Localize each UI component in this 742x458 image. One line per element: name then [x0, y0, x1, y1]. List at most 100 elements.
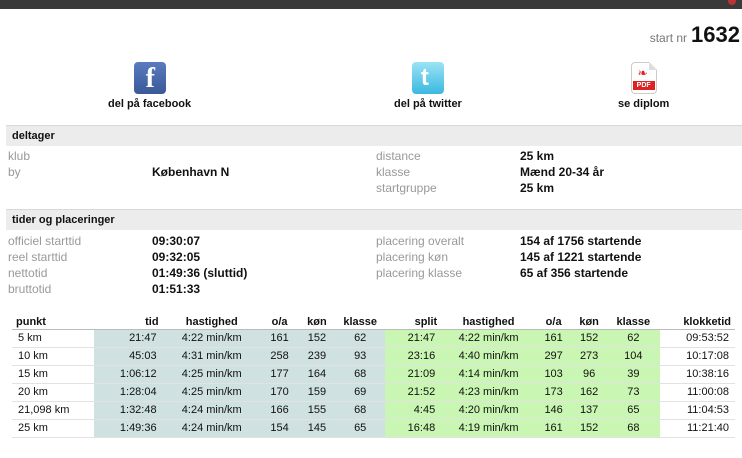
table-cell: 4:25 min/km — [162, 383, 261, 402]
diploma-link[interactable]: ❧ PDF se diplom — [618, 62, 669, 110]
field-value: 09:30:07 — [152, 234, 201, 248]
pdf-icon-label: PDF — [632, 81, 655, 90]
tider-left-values: 09:30:07 09:32:05 01:49:36 (sluttid) 01:… — [152, 233, 247, 297]
table-cell: 154 — [260, 419, 299, 438]
table-cell: 177 — [260, 365, 299, 384]
table-cell: 93 — [335, 347, 385, 366]
table-cell: 161 — [535, 419, 572, 438]
share-twitter-link[interactable]: t del på twitter — [394, 62, 462, 110]
column-header: køn — [298, 315, 336, 330]
table-cell: 21,098 km — [12, 401, 95, 420]
table-cell: 4:45 — [384, 401, 442, 420]
field-value: 01:49:36 (sluttid) — [152, 266, 248, 280]
table-row: 5 km 21:47 4:22 min/km 161 152 62 21:47 4:22 mi… — [12, 329, 735, 348]
table-cell: 65 — [606, 401, 660, 420]
share-facebook-label[interactable]: del på facebook — [108, 98, 191, 110]
table-cell: 68 — [606, 419, 660, 438]
field-label: klasse — [376, 165, 411, 179]
deltager-left-keys: klub by — [8, 148, 30, 180]
tider-left-keys: officiel starttid reel starttid nettotid… — [8, 233, 81, 297]
table-cell: 4:19 min/km — [441, 419, 536, 438]
table-cell: 4:22 min/km — [441, 329, 536, 348]
table-cell: 155 — [298, 401, 336, 420]
column-header: tid — [94, 315, 163, 330]
table-cell: 146 — [535, 401, 572, 420]
table-cell: 162 — [571, 383, 607, 402]
close-dot-icon[interactable] — [728, 0, 736, 5]
field-label: placering køn — [376, 250, 449, 264]
splits-header-row: punkt tid hastighed o/a køn klasse split… — [12, 315, 735, 330]
table-cell: 239 — [298, 347, 336, 366]
table-cell: 25 km — [12, 419, 95, 438]
twitter-icon[interactable]: t — [411, 62, 444, 94]
table-cell: 4:25 min/km — [162, 365, 261, 384]
column-header: o/a — [535, 315, 572, 330]
table-cell: 09:53:52 — [659, 329, 735, 348]
table-cell: 4:24 min/km — [162, 401, 261, 420]
section-header-tider: tider og placeringer — [6, 209, 742, 230]
table-cell: 11:21:40 — [659, 419, 735, 438]
table-cell: 4:31 min/km — [162, 347, 261, 366]
table-cell: 152 — [571, 329, 607, 348]
section-header-deltager: deltager — [6, 125, 742, 146]
table-cell: 159 — [298, 383, 336, 402]
column-header: klasse — [606, 315, 660, 330]
field-value: Mænd 20-34 år — [520, 165, 605, 179]
share-facebook-link[interactable]: f del på facebook — [108, 62, 191, 110]
table-cell: 68 — [335, 401, 385, 420]
table-cell: 4:23 min/km — [441, 383, 536, 402]
table-cell: 10 km — [12, 347, 95, 366]
table-cell: 1:28:04 — [94, 383, 163, 402]
table-cell: 164 — [298, 365, 336, 384]
start-number-label: start nr — [649, 31, 688, 45]
table-cell: 1:06:12 — [94, 365, 163, 384]
column-header: punkt — [12, 315, 95, 330]
field-label: bruttotid — [8, 282, 52, 296]
table-cell: 73 — [606, 383, 660, 402]
table-cell: 104 — [606, 347, 660, 366]
field-value: 145 af 1221 startende — [520, 250, 642, 264]
table-cell: 297 — [535, 347, 572, 366]
table-cell: 161 — [260, 329, 299, 348]
table-cell: 62 — [335, 329, 385, 348]
table-cell: 23:16 — [384, 347, 442, 366]
deltager-right-keys: distance klasse startgruppe — [376, 148, 437, 196]
table-cell: 273 — [571, 347, 607, 366]
deltager-left-values: København N — [152, 148, 229, 180]
start-number-value: 1632 — [691, 22, 740, 47]
field-value: 154 af 1756 startende — [520, 234, 642, 248]
field-value: 01:51:33 — [152, 282, 201, 296]
top-bar — [0, 0, 742, 9]
table-cell: 4:24 min/km — [162, 419, 261, 438]
field-value: København N — [152, 165, 230, 179]
table-cell: 15 km — [12, 365, 95, 384]
column-header: o/a — [260, 315, 299, 330]
table-cell: 21:09 — [384, 365, 442, 384]
table-cell: 4:20 min/km — [441, 401, 536, 420]
start-number: start nr 1632 — [650, 22, 740, 48]
field-value: 09:32:05 — [152, 250, 201, 264]
table-cell: 137 — [571, 401, 607, 420]
table-cell: 4:40 min/km — [441, 347, 536, 366]
table-row: 21,098 km 1:32:48 4:24 min/km 166 155 68 4:45 4… — [12, 401, 735, 420]
table-row: 25 km 1:49:36 4:24 min/km 154 145 65 16:48 4:19… — [12, 419, 735, 438]
table-cell: 10:17:08 — [659, 347, 735, 366]
field-label: placering klasse — [376, 266, 463, 280]
field-label: nettotid — [8, 266, 48, 280]
column-header: klasse — [335, 315, 385, 330]
column-header: køn — [571, 315, 607, 330]
field-label: placering overalt — [376, 234, 465, 248]
field-value: 25 km — [520, 149, 555, 163]
tider-right-keys: placering overalt placering køn placerin… — [376, 233, 464, 281]
share-twitter-label[interactable]: del på twitter — [394, 98, 462, 110]
table-cell: 152 — [571, 419, 607, 438]
table-cell: 258 — [260, 347, 299, 366]
table-row: 20 km 1:28:04 4:25 min/km 170 159 69 21:52 4:23… — [12, 383, 735, 402]
facebook-icon[interactable]: f — [133, 62, 166, 94]
diploma-label[interactable]: se diplom — [618, 98, 669, 110]
table-cell: 21:52 — [384, 383, 442, 402]
tider-right-values: 154 af 1756 startende 145 af 1221 starte… — [520, 233, 641, 281]
table-cell: 145 — [298, 419, 336, 438]
pdf-icon[interactable]: ❧ PDF — [630, 62, 657, 94]
table-cell: 1:32:48 — [94, 401, 163, 420]
